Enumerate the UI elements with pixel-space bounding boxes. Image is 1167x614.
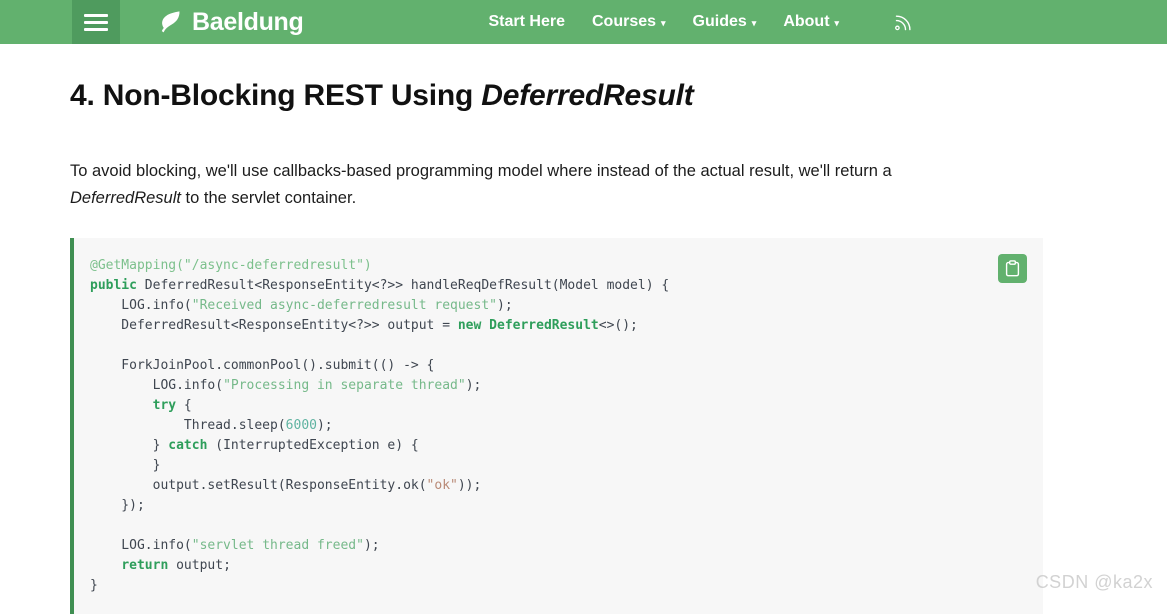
- clipboard-icon: [1005, 260, 1020, 277]
- hamburger-icon-bar: [84, 27, 108, 31]
- nav-item-label: Courses: [591, 13, 657, 30]
- nav-item-start-here[interactable]: Start Here: [489, 13, 565, 31]
- heading-number: 4.: [70, 79, 95, 112]
- site-brand-name: Baeldung: [192, 7, 304, 36]
- hamburger-icon-bar: [84, 20, 108, 24]
- heading-emphasis: DeferredResult: [481, 79, 694, 112]
- article-content: 4. Non-Blocking REST Using DeferredResul…: [0, 44, 1167, 614]
- code-block: @GetMapping("/async-deferredresult") pub…: [70, 238, 1043, 614]
- rss-feed-icon: [895, 15, 911, 31]
- chevron-down-icon: ▾: [834, 17, 840, 28]
- chevron-down-icon: ▾: [661, 17, 666, 28]
- heading-text: Non-Blocking REST Using: [94, 79, 482, 112]
- copy-code-button[interactable]: [998, 254, 1027, 283]
- nav-item-label: Start Here: [488, 13, 565, 30]
- hamburger-icon-bar: [84, 13, 108, 17]
- main-navigation: Start Here Courses ▾ Guides ▾ About ▾: [489, 0, 915, 44]
- page-title: 4. Non-Blocking REST Using DeferredResul…: [70, 44, 1097, 114]
- paragraph-emphasis: DeferredResult: [70, 189, 181, 207]
- nav-item-courses[interactable]: Courses ▾: [592, 13, 666, 31]
- nav-item-label: Guides: [692, 13, 747, 30]
- nav-item-guides[interactable]: Guides ▾: [693, 13, 757, 31]
- rss-feed-link[interactable]: [892, 11, 914, 33]
- header-left-spacer: [0, 0, 72, 44]
- paragraph-text-part-1: To avoid blocking, we'll use callbacks-b…: [70, 162, 892, 180]
- nav-item-about[interactable]: About ▾: [783, 13, 839, 31]
- nav-item-label: About: [783, 13, 830, 30]
- leaf-icon: [161, 11, 180, 33]
- chevron-down-icon: ▾: [751, 17, 757, 28]
- paragraph-text-part-2: to the servlet container.: [180, 189, 357, 207]
- site-header: Baeldung Start Here Courses ▾ Guides ▾ A…: [0, 0, 1167, 44]
- site-logo-link[interactable]: Baeldung: [157, 0, 304, 44]
- hamburger-menu-button[interactable]: [72, 0, 120, 44]
- intro-paragraph: To avoid blocking, we'll use callbacks-b…: [70, 114, 1002, 212]
- code-snippet[interactable]: @GetMapping("/async-deferredresult") pub…: [74, 238, 1043, 614]
